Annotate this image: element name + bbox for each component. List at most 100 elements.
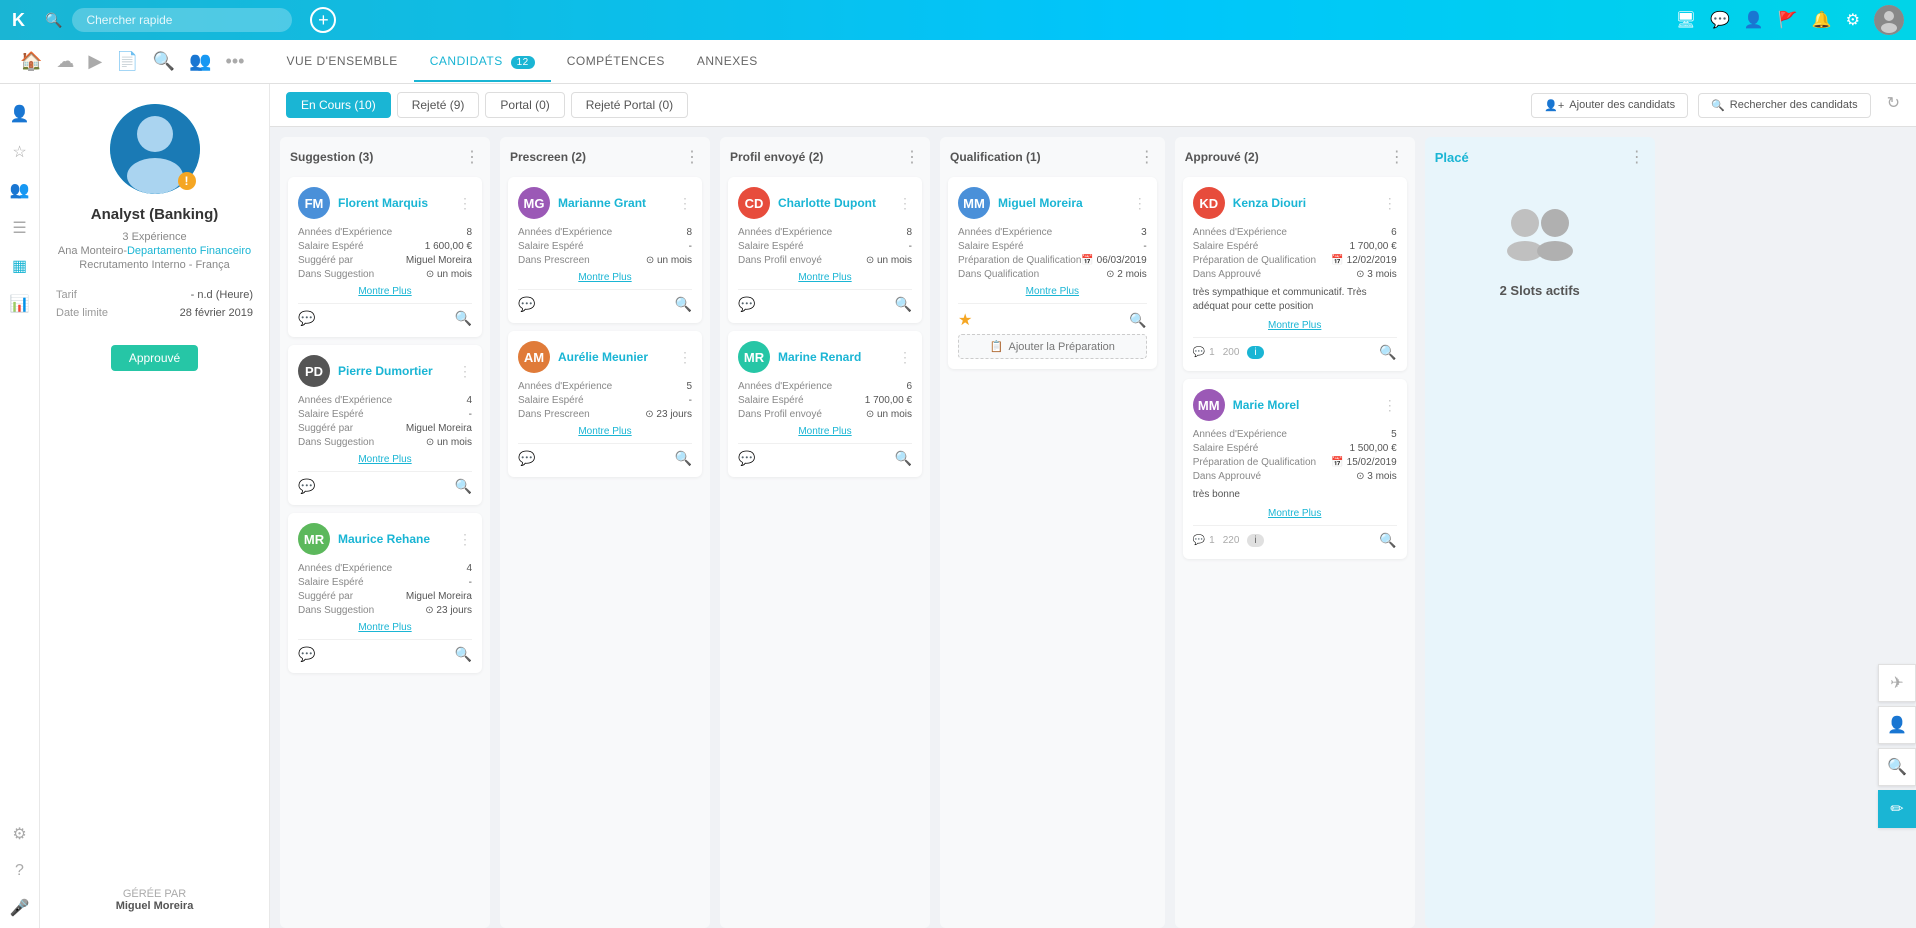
col-approuve-menu[interactable]: ⋮ — [1389, 147, 1405, 167]
people-icon[interactable]: 👥 — [10, 180, 30, 200]
aurelie-search-icon[interactable]: 🔍 — [675, 450, 692, 467]
tab-competences[interactable]: COMPÉTENCES — [551, 42, 681, 82]
col-suggestion-menu[interactable]: ⋮ — [464, 147, 480, 167]
add-button[interactable]: + — [310, 7, 336, 33]
card-aurelie-menu[interactable]: ⋮ — [678, 349, 692, 366]
tab-vue-ensemble[interactable]: VUE D'ENSEMBLE — [270, 42, 413, 82]
rf-person-button[interactable]: 👤 — [1878, 706, 1916, 744]
rf-search-button[interactable]: 🔍 — [1878, 748, 1916, 786]
col-place-menu[interactable]: ⋮ — [1629, 147, 1645, 167]
card-charlotte-menu[interactable]: ⋮ — [898, 195, 912, 212]
search-nav-icon[interactable]: 🔍 — [149, 47, 179, 76]
user-icon[interactable]: 👤 — [10, 104, 30, 124]
card-marine-name[interactable]: Marine Renard — [778, 350, 898, 364]
marianne-show-more[interactable]: Montre Plus — [518, 272, 692, 283]
card-aurelie-name[interactable]: Aurélie Meunier — [558, 350, 678, 364]
search-candidats-button[interactable]: 🔍 Rechercher des candidats — [1698, 93, 1871, 118]
help-icon[interactable]: ? — [15, 862, 24, 880]
marie-search-icon[interactable]: 🔍 — [1379, 532, 1396, 549]
florent-search-icon[interactable]: 🔍 — [455, 310, 472, 327]
pierre-show-more[interactable]: Montre Plus — [298, 454, 472, 465]
user-avatar[interactable] — [1874, 5, 1904, 35]
add-prep-button[interactable]: 📋 Ajouter la Préparation — [958, 334, 1147, 359]
card-kenza-menu[interactable]: ⋮ — [1383, 195, 1397, 212]
list-icon[interactable]: ☰ — [12, 218, 26, 238]
user-plus-icon[interactable]: 👤 — [1744, 10, 1764, 30]
card-miguel-menu[interactable]: ⋮ — [1133, 195, 1147, 212]
chat-icon[interactable]: 💬 — [1710, 10, 1730, 30]
search-input[interactable] — [72, 8, 292, 32]
screen-icon[interactable]: 🖥 — [1676, 10, 1696, 30]
marie-show-more[interactable]: Montre Plus — [1193, 508, 1397, 519]
bell-icon[interactable]: 🔔 — [1812, 10, 1832, 30]
col-qualification-menu[interactable]: ⋮ — [1139, 147, 1155, 167]
maurice-comment-icon[interactable]: 💬 — [298, 646, 315, 663]
settings-icon[interactable]: ⚙ — [12, 824, 26, 844]
home-icon[interactable]: 🏠 — [16, 47, 46, 76]
play-icon[interactable]: ▶ — [84, 47, 106, 76]
pierre-comment-icon[interactable]: 💬 — [298, 478, 315, 495]
kenza-show-more[interactable]: Montre Plus — [1193, 320, 1397, 331]
kanban-icon[interactable]: ▦ — [12, 256, 27, 276]
florent-comment-icon[interactable]: 💬 — [298, 310, 315, 327]
more-icon[interactable]: ••• — [222, 47, 249, 76]
card-marie-menu[interactable]: ⋮ — [1383, 397, 1397, 414]
col-prescreen-menu[interactable]: ⋮ — [684, 147, 700, 167]
maurice-show-more[interactable]: Montre Plus — [298, 622, 472, 633]
job-dept-link[interactable]: Departamento Financeiro — [127, 245, 251, 257]
card-marianne-menu[interactable]: ⋮ — [678, 195, 692, 212]
chart-icon[interactable]: 📊 — [10, 294, 30, 314]
marine-comment-icon[interactable]: 💬 — [738, 450, 755, 467]
florent-show-more[interactable]: Montre Plus — [298, 286, 472, 297]
card-pierre-menu[interactable]: ⋮ — [458, 363, 472, 380]
card-kenza-name[interactable]: Kenza Diouri — [1233, 196, 1383, 210]
filter-rejete-portal[interactable]: Rejeté Portal (0) — [571, 92, 688, 118]
marine-show-more[interactable]: Montre Plus — [738, 426, 912, 437]
star-icon[interactable]: ☆ — [12, 142, 26, 162]
aurelie-comment-icon[interactable]: 💬 — [518, 450, 535, 467]
miguel-search-icon[interactable]: 🔍 — [1129, 312, 1146, 329]
filter-rejete[interactable]: Rejeté (9) — [397, 92, 480, 118]
card-charlotte-name[interactable]: Charlotte Dupont — [778, 196, 898, 210]
mic-icon[interactable]: 🎤 — [10, 898, 30, 918]
doc-icon[interactable]: 📄 — [112, 47, 142, 76]
add-candidats-button[interactable]: 👤+ Ajouter des candidats — [1531, 93, 1688, 118]
marianne-comment-icon[interactable]: 💬 — [518, 296, 535, 313]
charlotte-show-more[interactable]: Montre Plus — [738, 272, 912, 283]
status-button[interactable]: Approuvé — [111, 345, 198, 371]
marine-search-icon[interactable]: 🔍 — [895, 450, 912, 467]
tab-annexes[interactable]: ANNEXES — [681, 42, 774, 82]
col-profil-menu[interactable]: ⋮ — [904, 147, 920, 167]
card-marie-name[interactable]: Marie Morel — [1233, 398, 1383, 412]
card-maurice-menu[interactable]: ⋮ — [458, 531, 472, 548]
card-florent-menu[interactable]: ⋮ — [458, 195, 472, 212]
refresh-icon[interactable]: ↻ — [1887, 93, 1900, 118]
card-pierre-name[interactable]: Pierre Dumortier — [338, 364, 458, 378]
charlotte-search-icon[interactable]: 🔍 — [895, 296, 912, 313]
marie-comment-icon[interactable]: 💬 — [1193, 535, 1205, 546]
rf-send-button[interactable]: ✈ — [1878, 664, 1916, 702]
pierre-search-icon[interactable]: 🔍 — [455, 478, 472, 495]
gear-icon[interactable]: ⚙ — [1846, 10, 1860, 30]
miguel-show-more[interactable]: Montre Plus — [958, 286, 1147, 297]
marianne-search-icon[interactable]: 🔍 — [675, 296, 692, 313]
kenza-search-icon[interactable]: 🔍 — [1379, 344, 1396, 361]
tab-candidats[interactable]: CANDIDATS 12 — [414, 42, 551, 82]
rf-edit-button[interactable]: ✏ — [1878, 790, 1916, 828]
filter-portal[interactable]: Portal (0) — [485, 92, 564, 118]
card-maurice-name[interactable]: Maurice Rehane — [338, 532, 458, 546]
card-miguel-name[interactable]: Miguel Moreira — [998, 196, 1133, 210]
miguel-star-icon[interactable]: ★ — [958, 310, 972, 330]
cloud-icon[interactable]: ☁ — [52, 47, 78, 76]
users-icon[interactable]: 👥 — [185, 47, 215, 76]
card-marie-avatar: MM — [1193, 389, 1225, 421]
card-marine-menu[interactable]: ⋮ — [898, 349, 912, 366]
flag-icon[interactable]: 🚩 — [1778, 10, 1798, 30]
filter-en-cours[interactable]: En Cours (10) — [286, 92, 391, 118]
aurelie-show-more[interactable]: Montre Plus — [518, 426, 692, 437]
charlotte-comment-icon[interactable]: 💬 — [738, 296, 755, 313]
maurice-search-icon[interactable]: 🔍 — [455, 646, 472, 663]
kenza-comment-icon[interactable]: 💬 — [1193, 347, 1205, 358]
card-florent-name[interactable]: Florent Marquis — [338, 196, 458, 210]
card-marianne-name[interactable]: Marianne Grant — [558, 196, 678, 210]
